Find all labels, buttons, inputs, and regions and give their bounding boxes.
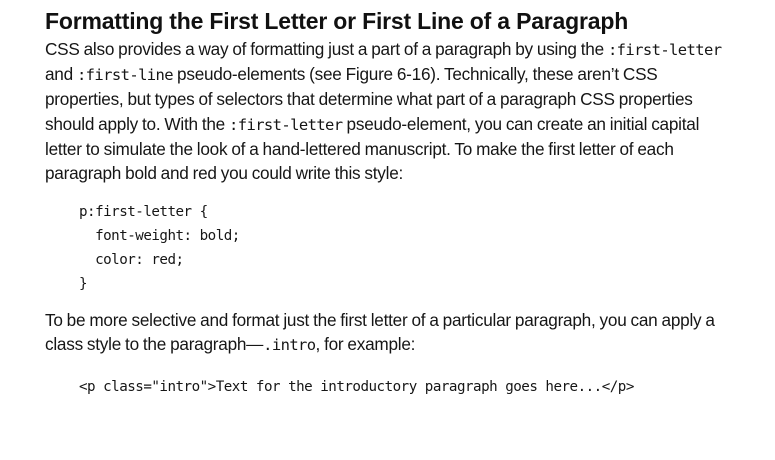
section-heading: Formatting the First Letter or First Lin…: [45, 8, 629, 34]
code-line: p:first-letter {: [79, 204, 208, 221]
paragraph-text: CSS also provides a way of formatting ju…: [45, 39, 608, 59]
inline-code-intro-class: .intro: [263, 336, 316, 355]
code-line: }: [79, 276, 88, 293]
code-line: color: red;: [79, 252, 184, 269]
code-block-first-letter-style: p:first-letter { font-weight: bold; colo…: [79, 200, 735, 296]
code-block-intro-paragraph: <p class="intro">Text for the introducto…: [79, 375, 735, 399]
paragraph-text: and: [45, 64, 77, 85]
intro-paragraph: CSS also provides a way of formatting ju…: [45, 37, 735, 185]
inline-code-first-line: :first-line: [76, 66, 174, 85]
paragraph-text: , for example:: [315, 334, 416, 355]
code-line: font-weight: bold;: [79, 228, 240, 245]
code-line: <p class="intro">Text for the introducto…: [79, 378, 634, 395]
inline-code-first-letter: :first-letter: [607, 41, 722, 59]
document-page: Formatting the First Letter or First Lin…: [45, 6, 735, 399]
class-style-paragraph: To be more selective and format just the…: [45, 308, 735, 357]
inline-code-first-letter: :first-letter: [229, 115, 343, 134]
